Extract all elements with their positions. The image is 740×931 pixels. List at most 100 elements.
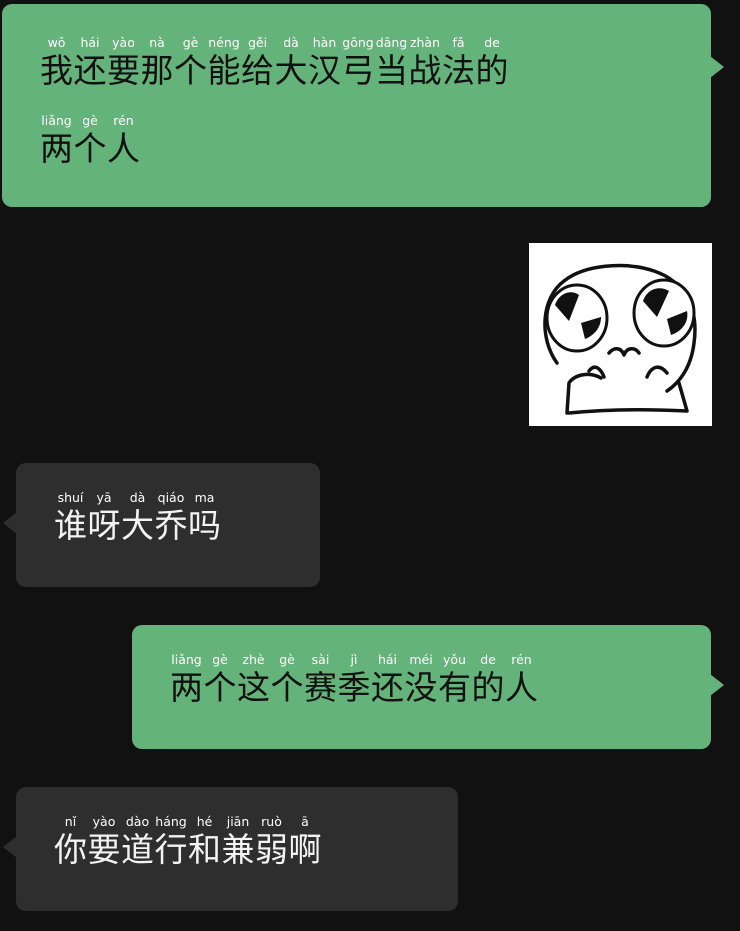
annotated-character: sài 赛 [304, 651, 337, 707]
bubble-tail [3, 836, 17, 858]
bubble-tail [710, 674, 724, 696]
annotated-character: de 的 [472, 651, 505, 707]
hanzi-character: 战 [408, 51, 442, 90]
pinyin-annotation: fǎ [452, 35, 465, 50]
pinyin-annotation: gè [82, 113, 98, 128]
hanzi-character: 要 [87, 830, 121, 869]
hanzi-character: 乔 [154, 506, 188, 545]
annotated-character: rén 人 [107, 112, 140, 168]
pinyin-annotation: gè [279, 652, 295, 667]
hanzi-character: 季 [337, 668, 371, 707]
annotated-character: yào 要 [88, 813, 121, 869]
hanzi-character: 还 [371, 668, 404, 707]
hanzi-character: 道 [121, 830, 154, 869]
annotated-character: hé 和 [188, 813, 221, 869]
crying-face-sticker[interactable] [529, 243, 712, 426]
pinyin-annotation: dà [129, 490, 146, 505]
annotated-character: de 的 [476, 34, 509, 90]
hanzi-character: 和 [188, 830, 221, 869]
message-text-line: nǐ 你 yào 要 dào 道 háng 行 hé 和 jiān 兼 ruò 弱 ā 啊 [54, 813, 322, 869]
annotated-character: néng 能 [208, 34, 241, 90]
message-text-line: shuí 谁 yā 呀 dà 大 qiáo 乔 ma 吗 [54, 489, 222, 545]
annotated-character: shuí 谁 [54, 489, 87, 545]
annotated-character: méi 没 [405, 651, 438, 707]
hanzi-character: 能 [207, 51, 241, 90]
pinyin-annotation: jì [350, 652, 358, 667]
annotated-character: liǎng 两 [40, 112, 73, 168]
annotated-character: nà 那 [141, 34, 174, 90]
hanzi-character: 啊 [288, 830, 322, 869]
annotated-character: zhè 这 [237, 651, 270, 707]
pinyin-annotation: nà [149, 35, 165, 50]
hanzi-character: 大 [121, 506, 154, 545]
pinyin-annotation: yào [112, 35, 135, 50]
hanzi-character: 弱 [255, 830, 288, 869]
message-text-line: liǎng 两 gè 个 rén 人 [40, 112, 141, 168]
message-bubble-sent[interactable]: wǒ 我 hái 还 yào 要 nà 那 gè 个 néng 能 gěi 给 dà 大 hàn 汉 gōng 弓 dā… [2, 4, 724, 207]
pinyin-annotation: jiān [226, 814, 250, 829]
annotated-character: zhàn 战 [409, 34, 442, 90]
message-bubble-sent[interactable]: liǎng 两 gè 个 zhè 这 gè 个 sài 赛 jì 季 hái 还 méi 没 yǒu 有 de 的 ré… [132, 625, 724, 749]
pinyin-annotation: dāng [375, 35, 408, 50]
annotated-character: ma 吗 [188, 489, 221, 545]
hanzi-character: 还 [73, 51, 107, 90]
hanzi-character: 两 [170, 668, 203, 707]
pinyin-annotation: zhàn [409, 35, 441, 50]
hanzi-character: 兼 [221, 830, 255, 869]
annotated-character: gōng 弓 [342, 34, 375, 90]
hanzi-character: 个 [73, 129, 107, 168]
pinyin-annotation: yǒu [443, 652, 466, 667]
annotated-character: yā 呀 [88, 489, 121, 545]
hanzi-character: 吗 [188, 506, 221, 545]
annotated-character: dāng 当 [375, 34, 408, 90]
annotated-character: hái 还 [371, 651, 404, 707]
annotated-character: dà 大 [275, 34, 308, 90]
annotated-character: liǎng 两 [170, 651, 203, 707]
pinyin-annotation: liǎng [41, 113, 72, 128]
pinyin-annotation: zhè [242, 652, 265, 667]
pinyin-annotation: hàn [312, 35, 337, 50]
pinyin-annotation: shuí [57, 490, 84, 505]
annotated-character: dà 大 [121, 489, 154, 545]
pinyin-annotation: de [480, 652, 496, 667]
annotated-character: gè 个 [174, 34, 207, 90]
pinyin-annotation: rén [113, 113, 134, 128]
annotated-character: qiáo 乔 [155, 489, 188, 545]
annotated-character: ruò 弱 [255, 813, 288, 869]
hanzi-character: 个 [174, 51, 207, 90]
hanzi-character: 个 [203, 668, 237, 707]
hanzi-character: 个 [270, 668, 304, 707]
annotated-character: ā啊 [289, 813, 322, 869]
message-text-line: wǒ 我 hái 还 yào 要 nà 那 gè 个 néng 能 gěi 给 dà 大 hàn 汉 gōng 弓 dā… [40, 34, 509, 90]
hanzi-character: 这 [237, 668, 270, 707]
hanzi-character: 弓 [341, 51, 375, 90]
hanzi-character: 大 [274, 51, 308, 90]
hanzi-character: 当 [375, 51, 408, 90]
pinyin-annotation: gěi [247, 35, 268, 50]
annotated-character: gěi 给 [241, 34, 274, 90]
hanzi-character: 法 [442, 51, 475, 90]
hanzi-character: 呀 [87, 506, 121, 545]
hanzi-character: 人 [505, 668, 538, 707]
hanzi-character: 的 [475, 51, 509, 90]
message-bubble-received[interactable]: nǐ 你 yào 要 dào 道 háng 行 hé 和 jiān 兼 ruò 弱 ā 啊 [3, 787, 458, 911]
pinyin-annotation: gōng [342, 35, 374, 50]
annotated-character: yǒu 有 [438, 651, 471, 707]
pinyin-annotation: liǎng [171, 652, 202, 667]
hanzi-character: 汉 [308, 51, 341, 90]
pinyin-annotation: dào [125, 814, 150, 829]
pinyin-annotation: néng [208, 35, 240, 50]
pinyin-annotation: gè [182, 35, 199, 50]
pinyin-annotation: de [484, 35, 500, 50]
hanzi-character: 那 [140, 51, 174, 90]
pinyin-annotation: méi [409, 652, 433, 667]
pinyin-annotation: ruò [261, 814, 282, 829]
hanzi-character: 有 [438, 668, 471, 707]
pinyin-annotation: háng [155, 814, 187, 829]
message-text-line: liǎng 两 gè 个 zhè 这 gè 个 sài 赛 jì 季 hái 还 méi 没 yǒu 有 de 的 ré… [170, 651, 539, 707]
annotated-character: fǎ 法 [442, 34, 475, 90]
message-bubble-received[interactable]: shuí 谁 yā 呀 dà 大 qiáo 乔 ma 吗 [3, 463, 320, 587]
hanzi-character: 要 [107, 51, 140, 90]
pinyin-annotation: dà [283, 35, 299, 50]
pinyin-annotation: hái [377, 652, 398, 667]
